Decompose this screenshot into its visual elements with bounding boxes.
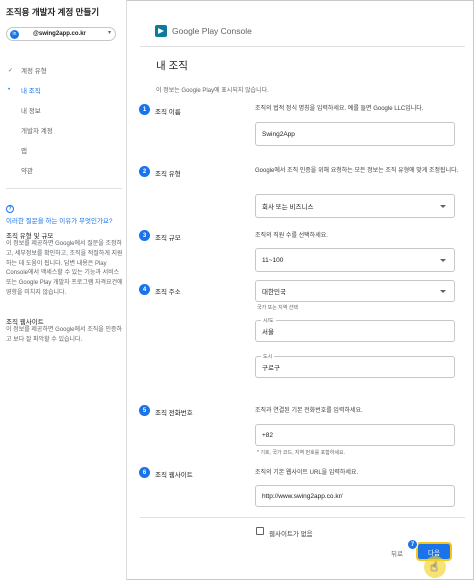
dropdown-arrow-icon	[440, 259, 446, 262]
nav-item-account-type[interactable]: ✓ 계정 유형	[0, 60, 126, 80]
org-phone-desc: 조직과 연결된 기본 전화번호를 입력하세요.	[255, 408, 363, 414]
check-icon: ✓	[8, 67, 14, 74]
org-size-select[interactable]: 11~100	[255, 248, 455, 272]
divider	[6, 188, 122, 189]
city-value: 서울	[262, 329, 274, 336]
hand-cursor-icon: ☝	[430, 559, 438, 574]
org-size-desc: 조직의 직원 수를 선택하세요.	[255, 233, 328, 239]
back-button[interactable]: 뒤로	[391, 548, 403, 558]
nav-label: 개발자 계정	[21, 128, 53, 135]
nav-label: 내 정보	[21, 108, 41, 115]
org-type-label: 조직 유형	[155, 171, 181, 178]
page-subtitle: 이 정보는 Google Play에 표시되지 않습니다.	[156, 88, 269, 94]
footer-divider	[140, 517, 465, 518]
account-switcher[interactable]: in @swing2app.co.kr ▾	[6, 27, 116, 41]
help-text-website: 이 정보를 제공하면 Google에서 조직을 인증하고 보다 잘 파악할 수 …	[6, 327, 123, 343]
org-name-desc: 조직의 법적 정식 명칭을 입력하세요. 예를 들면 Google LLC입니다…	[255, 106, 424, 112]
org-name-label: 조직 이름	[155, 109, 181, 116]
nav-label: 계정 유형	[21, 68, 47, 75]
nav-label: 약관	[21, 168, 33, 175]
org-address-label: 조직 주소	[155, 289, 181, 296]
phone-hint: * 기호, 국가 코드, 지역 번호를 포함하세요.	[257, 450, 346, 456]
help-heading-website: 조직 웹사이트	[6, 319, 44, 326]
org-name-input[interactable]: Swing2App	[255, 122, 455, 146]
district-field-label: 도시	[261, 353, 275, 360]
org-name-value: Swing2App	[262, 130, 295, 138]
country-value: 대한민국	[262, 289, 286, 296]
help-text-type: 이 정보를 제공하면 Google에서 질문을 조정하고, 세부정보를 확인하고…	[6, 241, 123, 296]
sidebar: 조직용 개발자 계정 만들기 in @swing2app.co.kr ▾ ✓ 계…	[0, 0, 127, 580]
org-website-desc: 조직의 기본 웹사이트 URL을 입력하세요.	[255, 470, 359, 476]
district-value: 구로구	[262, 365, 280, 372]
dropdown-arrow-icon	[440, 205, 446, 208]
website-input[interactable]: http://www.swing2app.co.kr/	[255, 485, 455, 507]
step-badge-4: 4	[139, 284, 150, 295]
step-badge-1: 1	[139, 104, 150, 115]
org-type-value: 회사 또는 비즈니스	[262, 204, 314, 211]
sidebar-title: 조직용 개발자 계정 만들기	[6, 7, 100, 17]
header-divider	[140, 46, 465, 47]
page-title: 내 조직	[156, 60, 188, 72]
nav-item-my-organization[interactable]: • 내 조직	[0, 80, 126, 100]
account-email: @swing2app.co.kr	[33, 31, 86, 37]
nav-item-app[interactable]: 앱	[0, 140, 126, 160]
org-size-value: 11~100	[262, 256, 284, 264]
nav-item-terms[interactable]: 약관	[0, 160, 126, 180]
play-console-logo: Google Play Console	[155, 25, 252, 37]
org-type-desc: Google에서 조직 인증을 위해 요청하는 모든 정보는 조직 유형에 맞게…	[255, 168, 459, 174]
step-nav: ✓ 계정 유형 • 내 조직 내 정보 개발자 계정 앱 약관	[0, 60, 126, 180]
district-input[interactable]: 도시 구로구	[255, 353, 455, 378]
step-badge-7: 7	[407, 539, 418, 550]
org-type-select[interactable]: 회사 또는 비즈니스	[255, 194, 455, 218]
org-website-label: 조직 웹사이트	[155, 472, 193, 479]
nav-item-my-info[interactable]: 내 정보	[0, 100, 126, 120]
step-badge-5: 5	[139, 405, 150, 416]
help-link[interactable]: 이러한 질문을 하는 이유가 무엇인가요?	[6, 215, 113, 225]
nav-item-developer-account[interactable]: 개발자 계정	[0, 120, 126, 140]
chevron-down-icon: ▾	[107, 30, 111, 36]
nav-label: 내 조직	[21, 88, 41, 95]
no-website-checkbox[interactable]	[256, 527, 264, 535]
dropdown-arrow-icon	[440, 290, 446, 293]
play-console-icon	[155, 25, 167, 37]
city-field-label: 시/도	[261, 317, 276, 324]
phone-value: +82	[262, 431, 274, 439]
country-select[interactable]: 대한민국	[255, 280, 455, 302]
org-phone-label: 조직 전화번호	[155, 410, 193, 417]
website-value: http://www.swing2app.co.kr/	[262, 492, 343, 500]
step-badge-3: 3	[139, 230, 150, 241]
nav-label: 앱	[21, 148, 27, 155]
no-website-label[interactable]: 웹사이트가 없음	[269, 528, 313, 538]
phone-input[interactable]: +82	[255, 424, 455, 446]
country-hint: 국가 또는 지역 선택	[257, 305, 298, 311]
step-badge-6: 6	[139, 467, 150, 478]
step-badge-2: 2	[139, 166, 150, 177]
org-size-label: 조직 규모	[155, 235, 181, 242]
help-heading-type: 조직 유형 및 규모	[6, 233, 54, 240]
avatar: in	[10, 29, 19, 39]
help-icon: ?	[6, 205, 14, 213]
city-input[interactable]: 시/도 서울	[255, 317, 455, 342]
logo-text: Google Play Console	[172, 26, 252, 36]
current-dot-icon: •	[8, 87, 11, 93]
